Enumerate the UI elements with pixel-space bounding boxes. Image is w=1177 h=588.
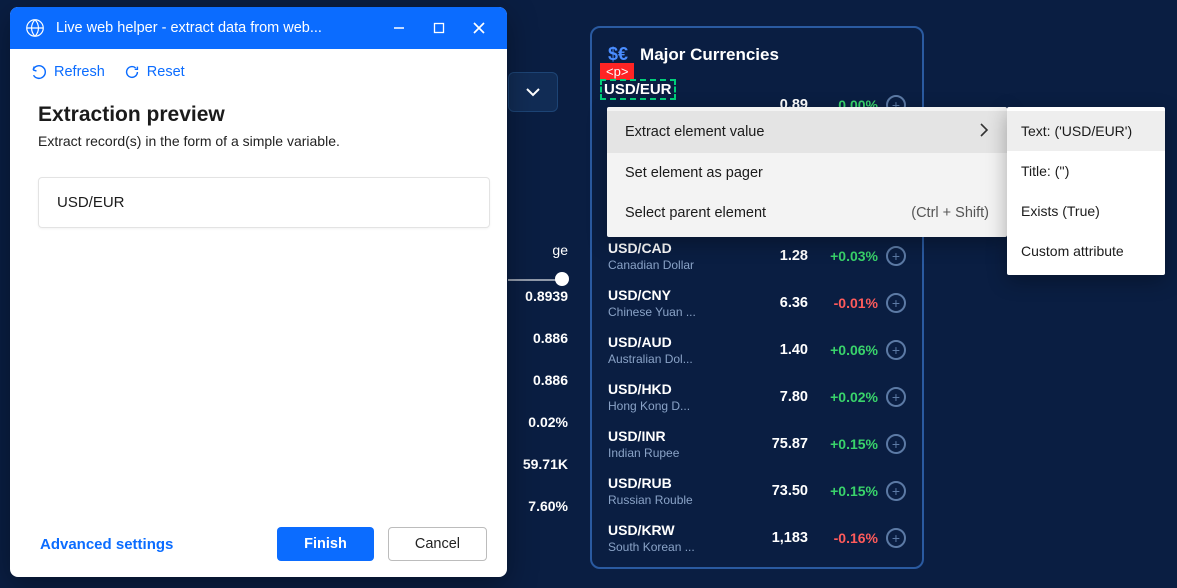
currency-icon: $€: [608, 44, 628, 65]
minimize-button[interactable]: [379, 7, 419, 49]
currency-row[interactable]: USD/INR Indian Rupee75.87+0.15% +: [608, 420, 906, 467]
refresh-button[interactable]: Refresh: [30, 63, 105, 81]
currency-pct: +0.15%: [808, 436, 880, 452]
stat-3: 0.02%: [508, 414, 568, 430]
context-menu-extract: Extract element value Set element as pag…: [607, 107, 1007, 237]
submenu-text[interactable]: Text: ('USD/EUR'): [1007, 111, 1165, 151]
refresh-icon: [30, 63, 48, 81]
extracted-value-card: USD/EUR: [38, 177, 490, 228]
currency-value: 7.80: [750, 389, 808, 405]
currency-symbol: USD/RUB: [608, 475, 750, 491]
stat-4: 59.71K: [508, 456, 568, 472]
stat-0: 0.8939: [508, 288, 568, 304]
currency-symbol: USD/KRW: [608, 522, 750, 538]
selection-overlay: <p> USD/EUR: [600, 63, 676, 100]
advanced-settings-link[interactable]: Advanced settings: [40, 536, 263, 553]
currency-value: 1,183: [750, 530, 808, 546]
chevron-down-icon: [525, 84, 541, 100]
currency-row[interactable]: USD/AUD Australian Dol...1.40+0.06% +: [608, 326, 906, 373]
panel-dropdown[interactable]: [508, 72, 558, 112]
currency-desc: Australian Dol...: [608, 352, 750, 366]
close-button[interactable]: [459, 7, 499, 49]
currency-row[interactable]: USD/KRW South Korean ...1,183-0.16% +: [608, 514, 906, 561]
currency-pct: +0.02%: [808, 389, 880, 405]
add-currency-button[interactable]: +: [886, 246, 906, 266]
currency-pct: +0.15%: [808, 483, 880, 499]
refresh-label: Refresh: [54, 64, 105, 80]
stat-5: 7.60%: [508, 498, 568, 514]
currency-row[interactable]: USD/CAD Canadian Dollar1.28+0.03% +: [608, 232, 906, 279]
reset-button[interactable]: Reset: [123, 63, 185, 81]
add-currency-button[interactable]: +: [886, 528, 906, 548]
menu-set-pager[interactable]: Set element as pager: [607, 153, 1007, 193]
maximize-button[interactable]: [419, 7, 459, 49]
currency-pct: +0.06%: [808, 342, 880, 358]
currency-desc: Russian Rouble: [608, 493, 750, 507]
stat-1: 0.886: [508, 330, 568, 346]
currency-desc: South Korean ...: [608, 540, 750, 554]
currency-symbol: USD/CNY: [608, 287, 750, 303]
reset-label: Reset: [147, 64, 185, 80]
currency-desc: Indian Rupee: [608, 446, 750, 460]
currency-pct: +0.03%: [808, 248, 880, 264]
panel-title: Major Currencies: [640, 45, 779, 65]
add-currency-button[interactable]: +: [886, 387, 906, 407]
currency-symbol: USD/INR: [608, 428, 750, 444]
reset-icon: [123, 63, 141, 81]
close-icon: [472, 21, 486, 35]
globe-icon: [24, 17, 46, 39]
range-slider-knob[interactable]: [555, 272, 569, 286]
currency-row[interactable]: USD/CNY Chinese Yuan ...6.36-0.01% +: [608, 279, 906, 326]
currency-pct: -0.01%: [808, 295, 880, 311]
slider-label: ge: [508, 242, 568, 262]
currency-desc: Chinese Yuan ...: [608, 305, 750, 319]
add-currency-button[interactable]: +: [886, 481, 906, 501]
submenu-custom[interactable]: Custom attribute: [1007, 231, 1165, 271]
preview-sub: Extract record(s) in the form of a simpl…: [38, 133, 479, 149]
menu-extract-value[interactable]: Extract element value: [607, 111, 1007, 153]
currency-desc: Canadian Dollar: [608, 258, 750, 272]
add-currency-button[interactable]: +: [886, 340, 906, 360]
cancel-button[interactable]: Cancel: [388, 527, 487, 561]
submenu-exists[interactable]: Exists (True): [1007, 191, 1165, 231]
dialog-titlebar[interactable]: Live web helper - extract data from web.…: [10, 7, 507, 49]
preview-heading: Extraction preview: [38, 103, 479, 127]
currency-value: 73.50: [750, 483, 808, 499]
dialog-title: Live web helper - extract data from web.…: [56, 20, 379, 36]
currency-value: 1.40: [750, 342, 808, 358]
add-currency-button[interactable]: +: [886, 434, 906, 454]
currency-row[interactable]: USD/RUB Russian Rouble73.50+0.15% +: [608, 467, 906, 514]
currency-desc: Hong Kong D...: [608, 399, 750, 413]
currency-pct: -0.16%: [808, 530, 880, 546]
currency-value: 1.28: [750, 248, 808, 264]
menu-select-parent[interactable]: Select parent element (Ctrl + Shift): [607, 193, 1007, 233]
chevron-right-icon: [979, 123, 989, 141]
currency-value: 75.87: [750, 436, 808, 452]
currency-symbol: USD/AUD: [608, 334, 750, 350]
currency-value: 6.36: [750, 295, 808, 311]
minimize-icon: [392, 21, 406, 35]
finish-button[interactable]: Finish: [277, 527, 374, 561]
maximize-icon: [433, 22, 445, 34]
submenu-title[interactable]: Title: (''): [1007, 151, 1165, 191]
live-web-helper-dialog: Live web helper - extract data from web.…: [10, 7, 507, 577]
currency-row[interactable]: USD/HKD Hong Kong D...7.80+0.02% +: [608, 373, 906, 420]
stat-2: 0.886: [508, 372, 568, 388]
selection-tag: <p>: [600, 63, 634, 80]
context-submenu-values: Text: ('USD/EUR') Title: ('') Exists (Tr…: [1007, 107, 1165, 275]
currency-symbol: USD/CAD: [608, 240, 750, 256]
add-currency-button[interactable]: +: [886, 293, 906, 313]
selection-target[interactable]: USD/EUR: [600, 79, 676, 100]
currency-symbol: USD/HKD: [608, 381, 750, 397]
